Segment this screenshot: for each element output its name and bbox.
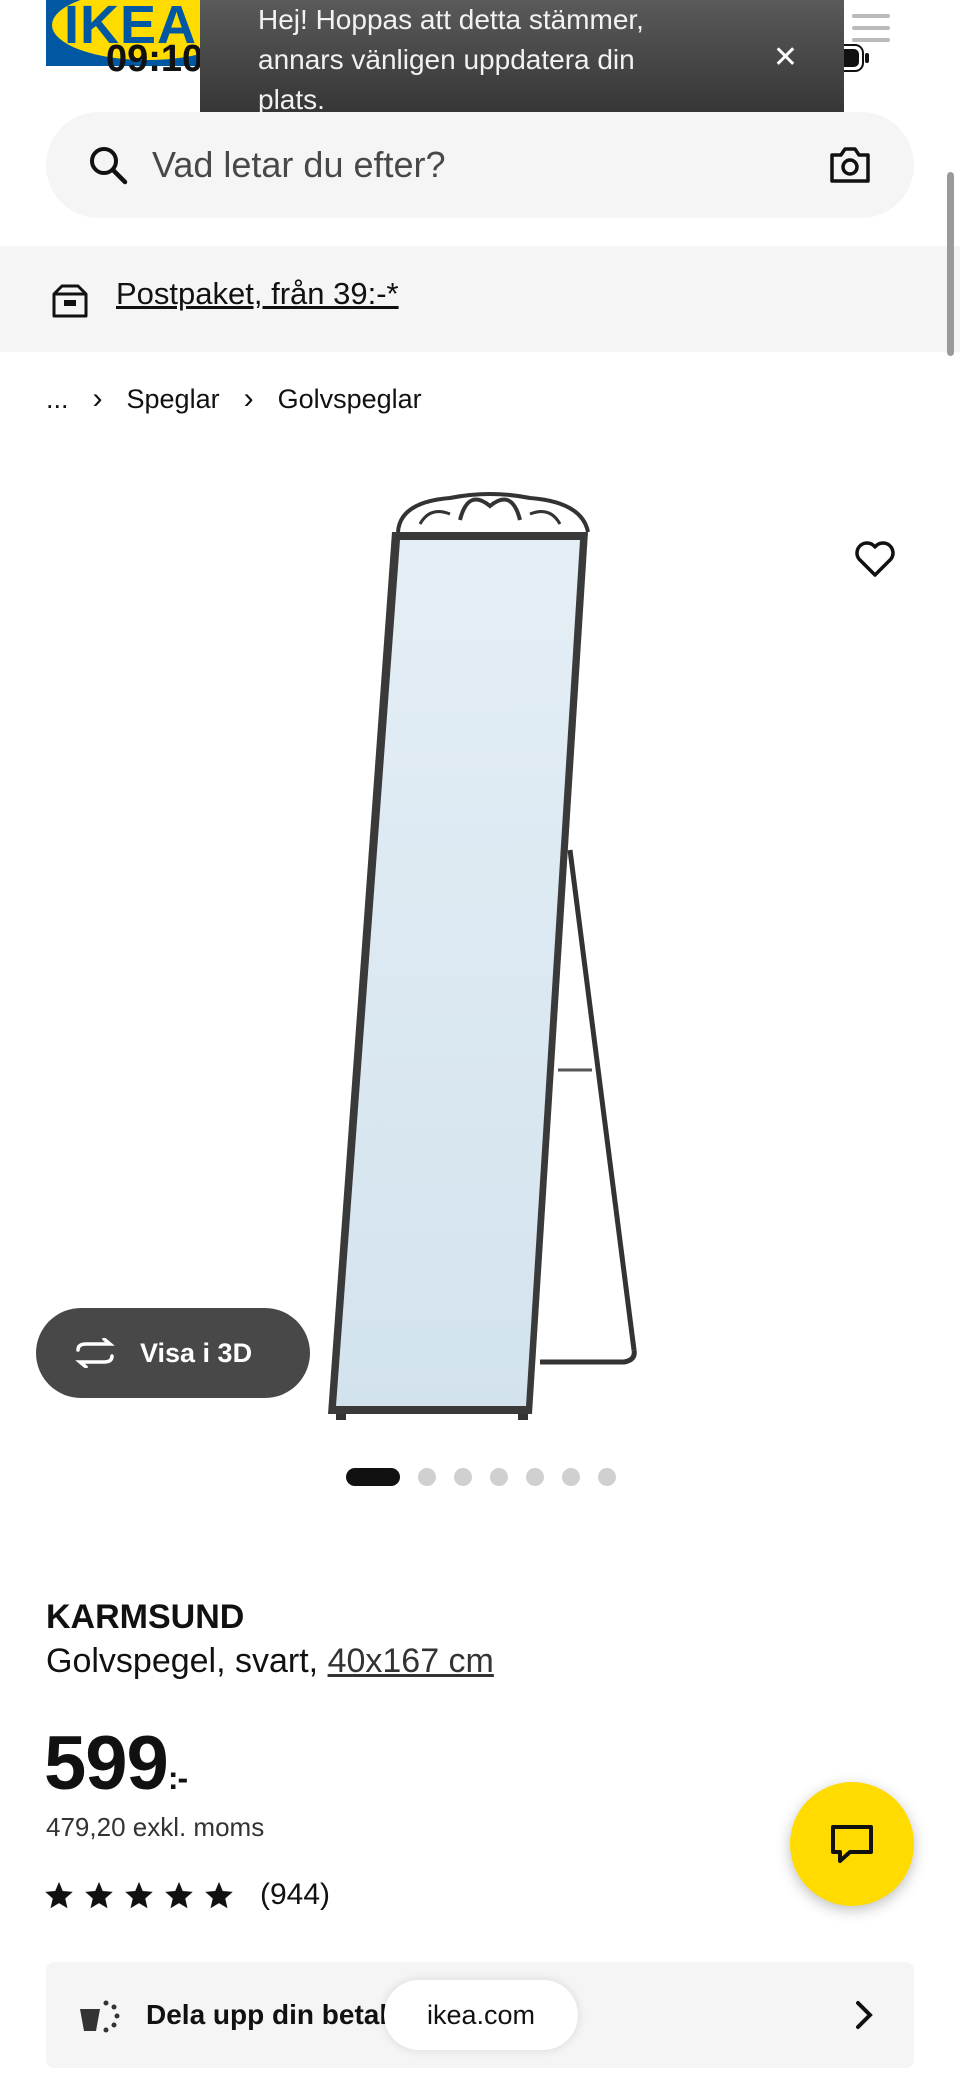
- carousel-dot[interactable]: [454, 1468, 472, 1486]
- chevron-right-icon: ›: [243, 382, 254, 415]
- rating-count[interactable]: (944): [260, 1878, 330, 1912]
- product-name: KARMSUND: [46, 1598, 245, 1636]
- product-rating[interactable]: (944): [44, 1878, 330, 1912]
- carousel-dot[interactable]: [490, 1468, 508, 1486]
- image-carousel-dots[interactable]: [346, 1468, 616, 1486]
- product-type: Golvspegel, svart,: [46, 1642, 328, 1680]
- breadcrumb-item-golvspeglar[interactable]: Golvspeglar: [278, 384, 422, 415]
- view-3d-button[interactable]: Visa i 3D: [36, 1308, 310, 1398]
- view-3d-label: Visa i 3D: [140, 1337, 253, 1368]
- price-suffix: :-: [167, 1760, 188, 1796]
- search-input[interactable]: Vad letar du efter?: [152, 144, 828, 186]
- product-description: Golvspegel, svart, 40x167 cm: [46, 1642, 494, 1681]
- product-price: 599:-: [44, 1720, 188, 1807]
- search-bar[interactable]: Vad letar du efter?: [46, 112, 914, 218]
- star-icon: [45, 1881, 73, 1909]
- carousel-dot[interactable]: [346, 1468, 400, 1486]
- star-icon: [205, 1881, 233, 1909]
- camera-icon[interactable]: [828, 145, 872, 185]
- scrollbar[interactable]: [947, 172, 954, 356]
- breadcrumb-ellipsis[interactable]: ...: [46, 384, 69, 415]
- carousel-dot[interactable]: [418, 1468, 436, 1486]
- status-time: 09:10: [106, 38, 204, 80]
- star-icon: [165, 1881, 193, 1909]
- parcel-icon: [52, 284, 88, 318]
- payment-split-icon: [80, 2000, 120, 2033]
- price-value: 599: [44, 1721, 169, 1806]
- star-icon: [85, 1881, 113, 1909]
- price-ex-vat: 479,20 exkl. moms: [46, 1812, 265, 1842]
- chevron-right-icon: ›: [92, 382, 103, 415]
- close-icon[interactable]: ✕: [773, 40, 798, 75]
- favorite-heart-icon[interactable]: [854, 540, 896, 578]
- star-icon: [125, 1881, 153, 1909]
- product-image[interactable]: [300, 480, 660, 1440]
- breadcrumb: ... › Speglar › Golvspeglar: [46, 382, 422, 416]
- chevron-right-icon: [856, 2001, 873, 2029]
- carousel-dot[interactable]: [526, 1468, 544, 1486]
- search-icon: [90, 147, 128, 185]
- carousel-dot[interactable]: [598, 1468, 616, 1486]
- chat-button[interactable]: [790, 1782, 914, 1906]
- breadcrumb-item-speglar[interactable]: Speglar: [127, 384, 220, 415]
- rotate-3d-icon: [75, 1338, 115, 1368]
- product-size-link[interactable]: 40x167 cm: [328, 1642, 494, 1680]
- menu-icon[interactable]: [852, 14, 890, 44]
- carousel-dot[interactable]: [562, 1468, 580, 1486]
- browser-url-bar[interactable]: ikea.com: [384, 1980, 578, 2050]
- delivery-link[interactable]: Postpaket, från 39:-*: [116, 276, 399, 312]
- chat-icon: [831, 1825, 873, 1863]
- notification-text: Hej! Hoppas att detta stämmer, annars vä…: [258, 4, 644, 115]
